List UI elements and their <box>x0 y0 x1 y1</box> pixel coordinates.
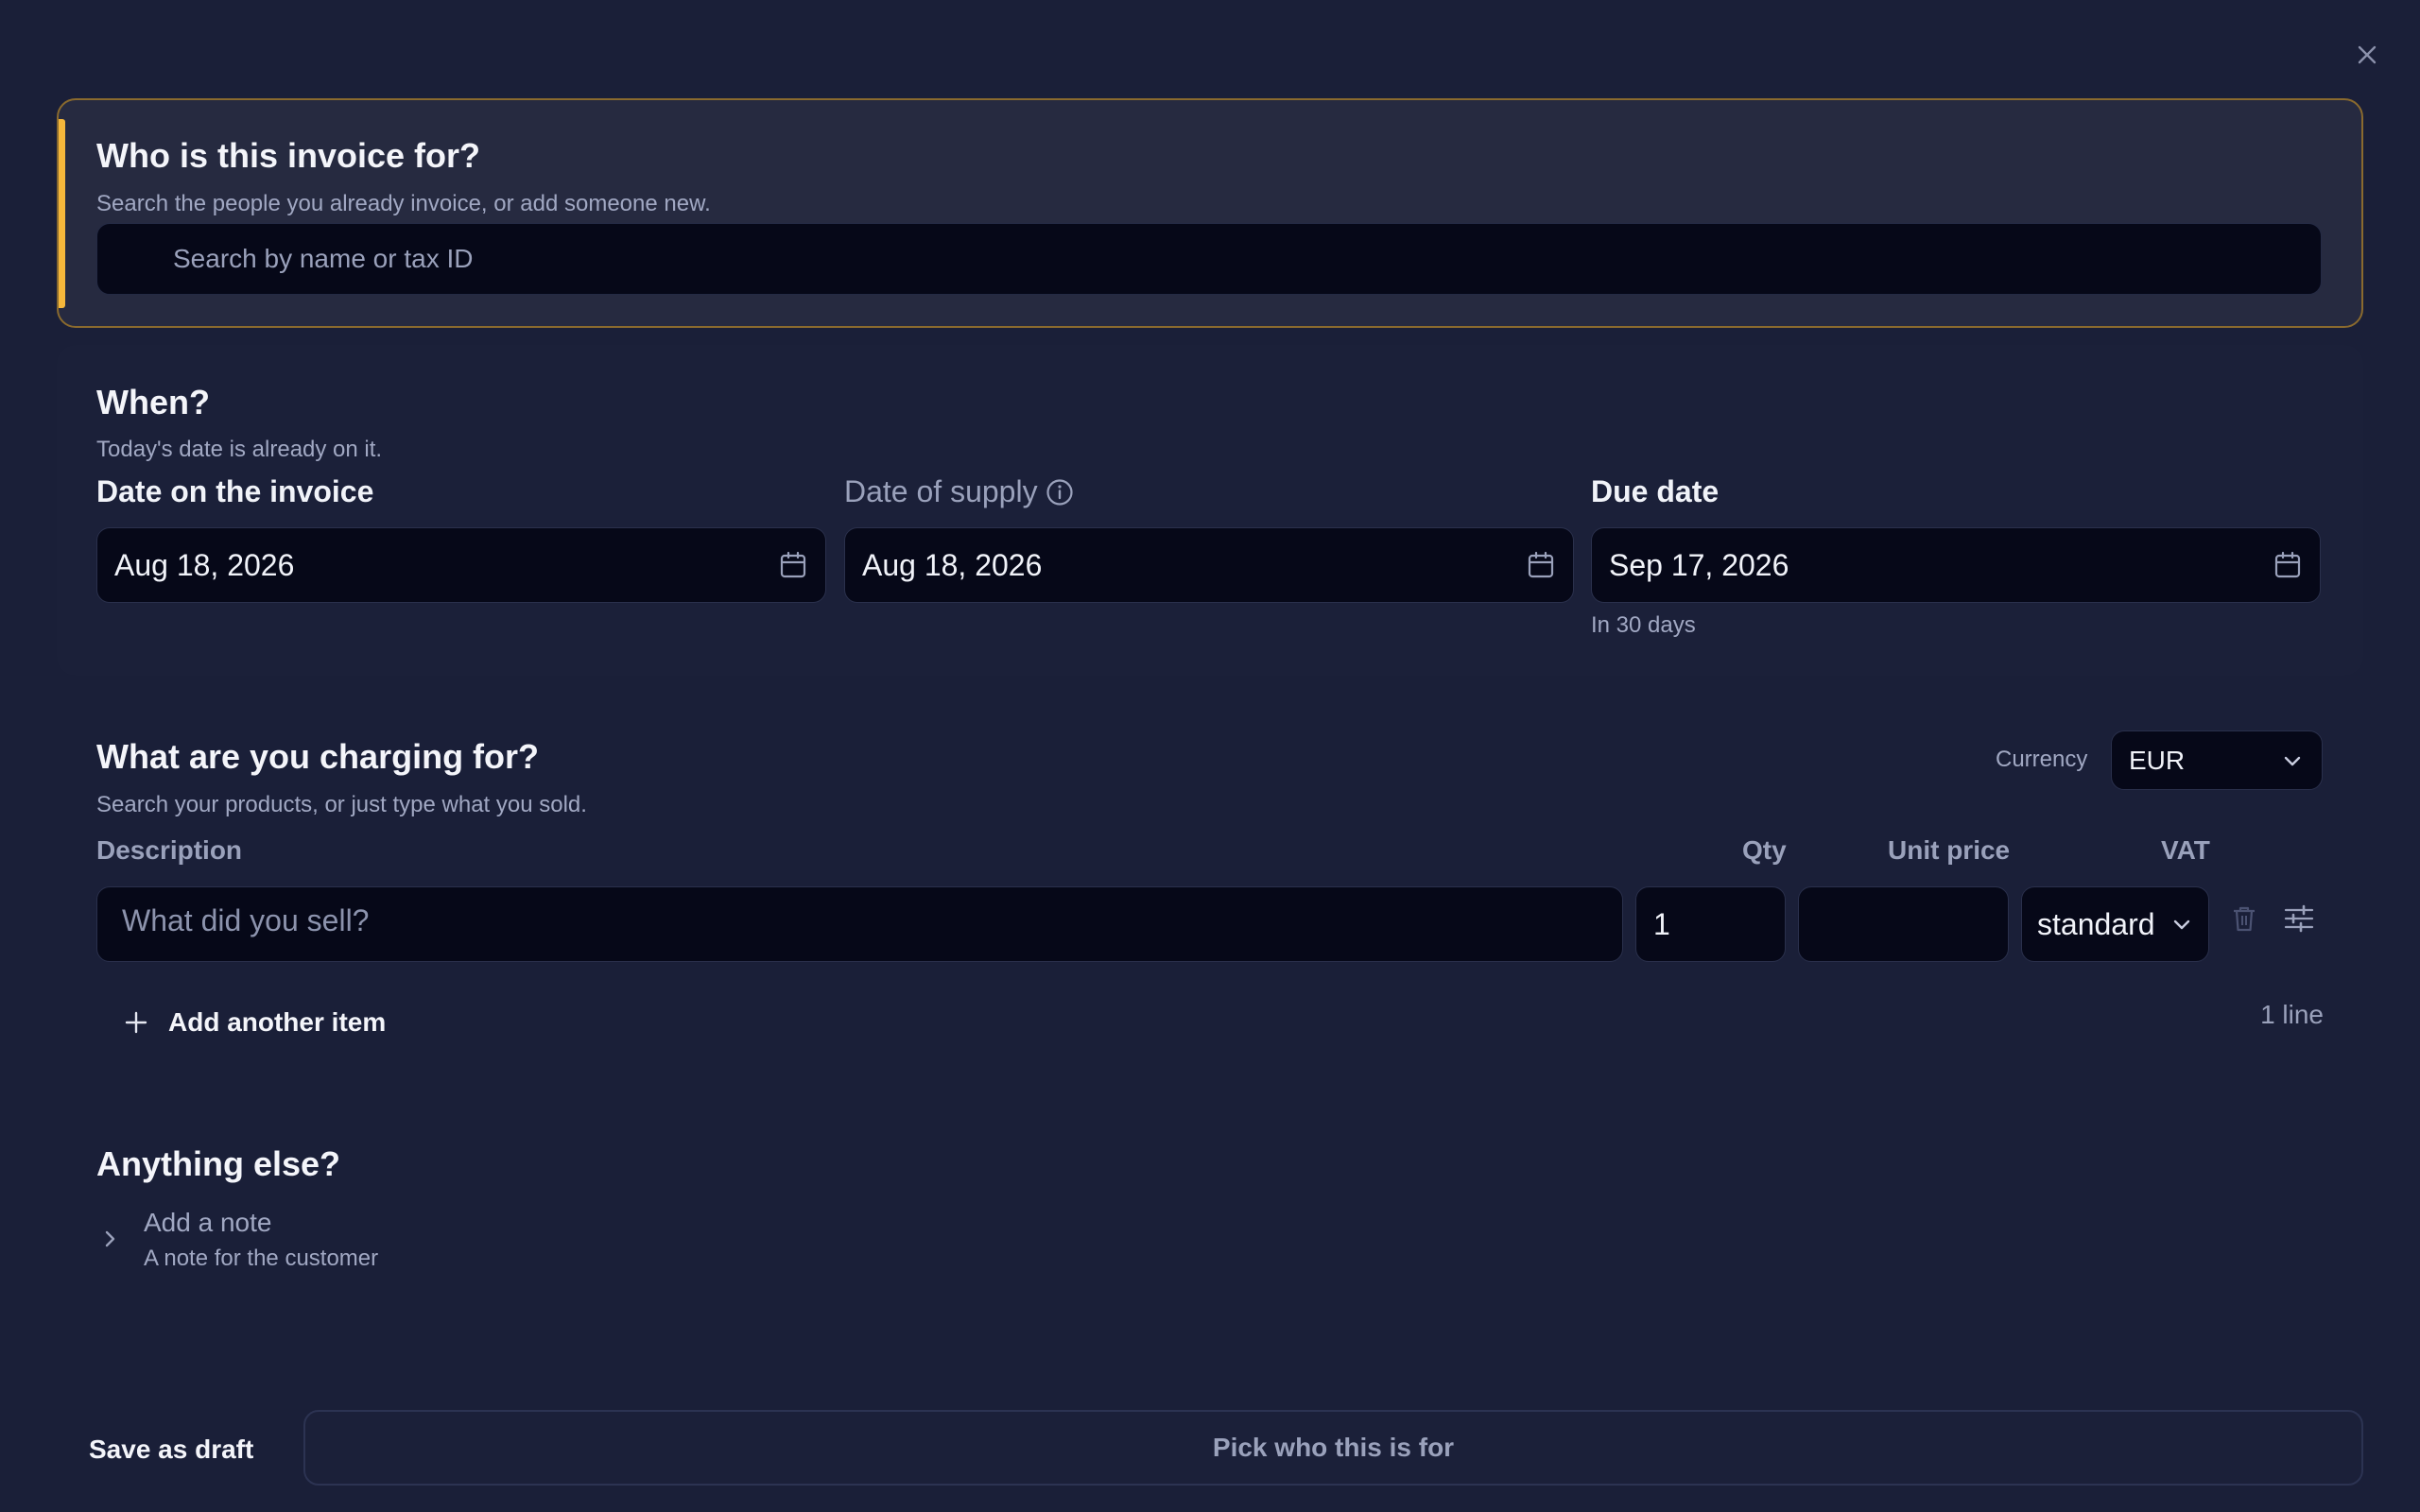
when-section-title: When? <box>96 383 210 421</box>
item-options-button[interactable] <box>2278 898 2320 939</box>
customer-search-field[interactable] <box>96 223 2322 295</box>
due-date-picker[interactable]: Sep 17, 2026 <box>1591 527 2321 603</box>
items-section-title: What are you charging for? <box>96 737 540 776</box>
sliders-icon <box>2284 904 2314 933</box>
invoice-date-picker[interactable]: Aug 18, 2026 <box>96 527 826 603</box>
column-header-description: Description <box>96 835 243 865</box>
item-description-input[interactable] <box>122 902 1605 938</box>
items-section-subtitle: Search your products, or just type what … <box>96 792 587 817</box>
section-accent-bar <box>59 119 65 308</box>
item-unit-price-field[interactable] <box>1798 886 2009 962</box>
pick-customer-button[interactable]: Pick who this is for <box>303 1410 2363 1486</box>
currency-value: EUR <box>2129 745 2186 775</box>
when-section <box>57 345 2363 676</box>
due-date-label: Due date <box>1591 474 1720 508</box>
line-count: 1 line <box>2260 1000 2324 1029</box>
column-header-vat: VAT <box>2161 835 2210 865</box>
trash-icon <box>2234 906 2255 932</box>
customer-section-subtitle: Search the people you already invoice, o… <box>96 191 711 216</box>
supply-date-label: Date of supply <box>844 474 1074 509</box>
customer-search-input[interactable] <box>173 244 2321 274</box>
invoice-editor: Who is this invoice for? Search the peop… <box>0 0 2420 1512</box>
item-vat-value: standard <box>2037 906 2155 941</box>
chevron-down-icon <box>2173 919 2190 930</box>
add-note-toggle[interactable]: Add a note A note for the customer <box>96 1208 378 1272</box>
currency-select[interactable]: EUR <box>2111 730 2323 790</box>
extra-section-title: Anything else? <box>96 1144 341 1183</box>
due-date-value: Sep 17, 2026 <box>1609 547 1789 582</box>
delete-item-button[interactable] <box>2223 898 2265 939</box>
add-item-label: Add another item <box>168 1007 387 1037</box>
item-vat-select[interactable]: standard <box>2021 886 2209 962</box>
column-header-unit-price: Unit price <box>1888 835 2011 865</box>
invoice-date-label: Date on the invoice <box>96 474 374 508</box>
close-icon <box>2358 45 2377 64</box>
customer-section-title: Who is this invoice for? <box>96 136 481 175</box>
add-note-title: Add a note <box>144 1208 272 1237</box>
save-draft-button[interactable]: Save as draft <box>89 1435 253 1465</box>
calendar-icon <box>2274 551 2301 578</box>
calendar-icon <box>1528 551 1554 578</box>
supply-date-value: Aug 18, 2026 <box>862 547 1043 582</box>
chevron-right-icon <box>96 1208 125 1270</box>
close-button[interactable] <box>2348 36 2386 74</box>
item-unit-price-input[interactable] <box>1816 906 1991 942</box>
chevron-down-icon <box>2284 756 2301 765</box>
calendar-icon <box>780 551 806 578</box>
item-description-field[interactable] <box>96 886 1623 962</box>
supply-date-picker[interactable]: Aug 18, 2026 <box>844 527 1574 603</box>
add-note-subtitle: A note for the customer <box>144 1246 379 1271</box>
customer-section: Who is this invoice for? Search the peop… <box>57 98 2363 328</box>
plus-icon <box>125 1011 147 1034</box>
info-icon[interactable] <box>1046 478 1074 507</box>
column-header-qty: Qty <box>1742 835 1787 865</box>
item-qty-input[interactable] <box>1653 906 1768 942</box>
due-date-hint: In 30 days <box>1591 612 1696 638</box>
add-item-button[interactable]: Add another item <box>123 1007 386 1038</box>
invoice-date-value: Aug 18, 2026 <box>114 547 295 582</box>
currency-label: Currency <box>1996 747 2088 772</box>
when-section-subtitle: Today's date is already on it. <box>96 437 383 462</box>
item-qty-field[interactable] <box>1635 886 1786 962</box>
